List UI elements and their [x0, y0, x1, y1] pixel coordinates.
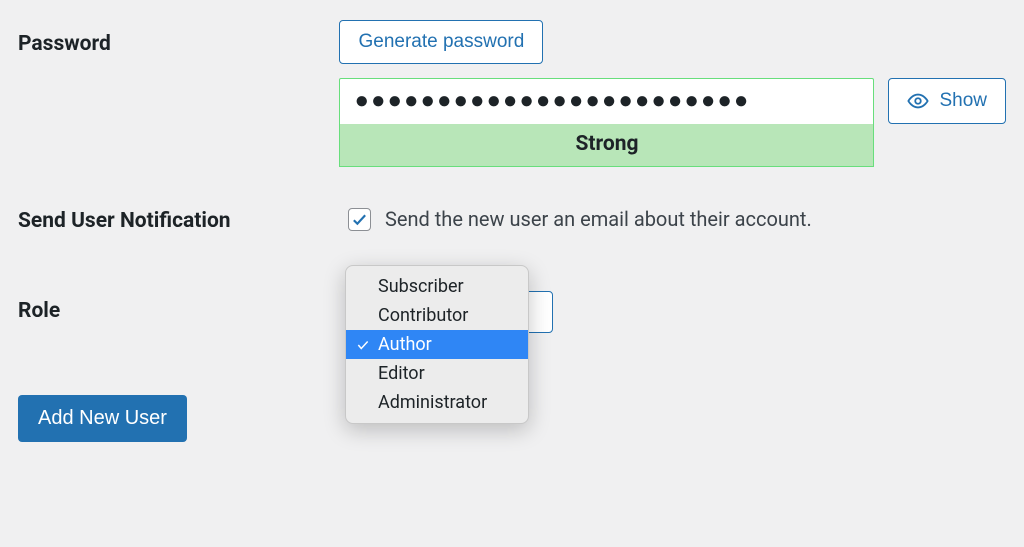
- notification-checkbox[interactable]: [348, 208, 371, 231]
- role-option-administrator[interactable]: Administrator: [346, 388, 528, 417]
- role-option-editor[interactable]: Editor: [346, 359, 528, 388]
- generate-password-label: Generate password: [358, 31, 524, 53]
- notification-description: Send the new user an email about their a…: [385, 207, 812, 231]
- generate-password-button[interactable]: Generate password: [339, 20, 543, 64]
- password-label: Password: [18, 20, 339, 56]
- add-new-user-button[interactable]: Add New User: [18, 395, 187, 442]
- show-password-label: Show: [939, 90, 987, 112]
- role-option-label: Subscriber: [378, 276, 464, 297]
- eye-icon: [907, 90, 929, 112]
- password-field-column: Generate password ●●●●●●●●●●●●●●●●●●●●●●…: [339, 20, 1006, 167]
- role-label: Role: [18, 291, 348, 323]
- password-row: Password Generate password ●●●●●●●●●●●●●…: [18, 20, 1006, 167]
- check-icon: [354, 278, 372, 296]
- notification-checkbox-wrap: Send the new user an email about their a…: [348, 207, 812, 231]
- add-new-user-label: Add New User: [38, 407, 167, 429]
- password-strength-indicator: Strong: [339, 124, 874, 167]
- password-box: ●●●●●●●●●●●●●●●●●●●●●●●● Strong: [339, 78, 874, 167]
- role-option-label: Author: [378, 334, 432, 355]
- role-option-label: Contributor: [378, 305, 468, 326]
- role-dropdown[interactable]: Subscriber Contributor Author Editor Adm…: [345, 265, 529, 424]
- role-option-author[interactable]: Author: [346, 330, 528, 359]
- check-icon: [354, 365, 372, 383]
- show-password-button[interactable]: Show: [888, 78, 1006, 124]
- check-icon: [354, 336, 372, 354]
- password-input[interactable]: ●●●●●●●●●●●●●●●●●●●●●●●●: [339, 78, 874, 124]
- role-option-label: Administrator: [378, 392, 487, 413]
- check-icon: [351, 211, 368, 228]
- role-option-contributor[interactable]: Contributor: [346, 301, 528, 330]
- password-masked-value: ●●●●●●●●●●●●●●●●●●●●●●●●: [354, 86, 750, 115]
- check-icon: [354, 307, 372, 325]
- check-icon: [354, 394, 372, 412]
- role-option-subscriber[interactable]: Subscriber: [346, 272, 528, 301]
- role-option-label: Editor: [378, 363, 425, 384]
- password-input-wrap: ●●●●●●●●●●●●●●●●●●●●●●●● Strong Show: [339, 78, 1006, 167]
- notification-row: Send User Notification Send the new user…: [18, 207, 1006, 233]
- notification-label: Send User Notification: [18, 207, 348, 233]
